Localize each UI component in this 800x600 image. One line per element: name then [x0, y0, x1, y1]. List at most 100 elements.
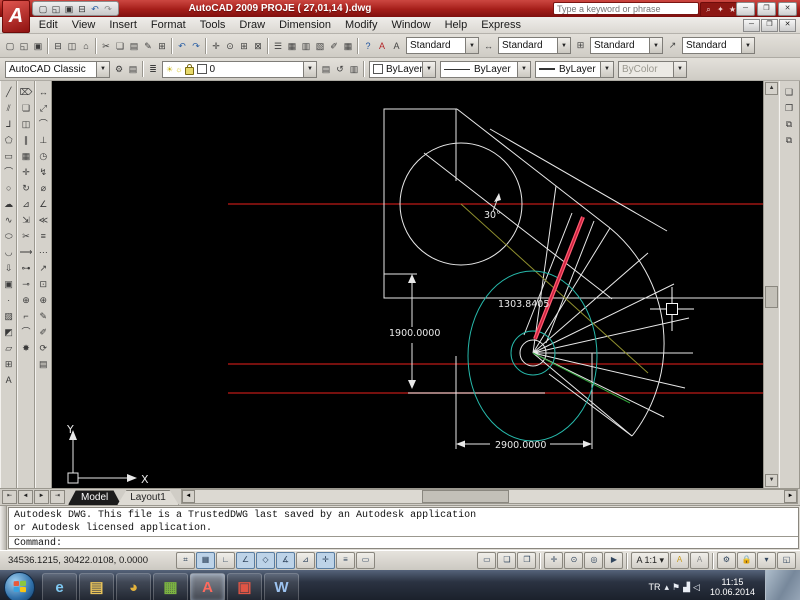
- undo-button[interactable]: ↶: [175, 38, 189, 54]
- model-space-button[interactable]: ▭: [477, 552, 496, 569]
- network-icon[interactable]: ▟: [683, 582, 690, 593]
- send-to-back-button[interactable]: ❐: [782, 100, 797, 116]
- show-desktop-button[interactable]: [765, 570, 800, 600]
- zoom-window-button[interactable]: ⊞: [237, 38, 251, 54]
- doc-minimize-button[interactable]: ─: [743, 19, 760, 32]
- scroll-down-button[interactable]: ▼: [765, 474, 778, 487]
- action-center-icon[interactable]: ⚑: [672, 582, 680, 593]
- plot-button[interactable]: ⊟: [76, 3, 88, 15]
- grid-toggle[interactable]: ▦: [196, 552, 215, 569]
- hatch-button[interactable]: ▨: [1, 308, 16, 324]
- workspace-settings-button[interactable]: ⚙: [112, 61, 126, 77]
- toolbar-lock-button[interactable]: 🔒: [737, 552, 756, 569]
- continue-button[interactable]: ⋯: [36, 244, 51, 260]
- workspace-switching-button[interactable]: ⚙: [717, 552, 736, 569]
- ducs-toggle[interactable]: ⊿: [296, 552, 315, 569]
- center-mark-button[interactable]: ⊕: [36, 292, 51, 308]
- layer-color-swatch[interactable]: [197, 64, 207, 74]
- tab-first-button[interactable]: ⇤: [2, 490, 17, 504]
- break-at-point-button[interactable]: ⊶: [18, 260, 33, 276]
- paste-button[interactable]: ▤: [127, 38, 141, 54]
- layer-properties-manager-button[interactable]: ≣: [146, 61, 160, 77]
- volume-icon[interactable]: ◁: [693, 582, 700, 593]
- color-control-combo[interactable]: ByLayer ▼: [369, 61, 436, 78]
- taskbar-clock[interactable]: 11:15 10.06.2014: [704, 577, 761, 598]
- taskbar-internet-explorer[interactable]: e: [42, 573, 77, 600]
- clean-screen-button[interactable]: ◱: [777, 552, 796, 569]
- erase-button[interactable]: ⌦: [18, 84, 33, 100]
- menu-dimension[interactable]: Dimension: [272, 18, 338, 33]
- redo-button[interactable]: ↷: [102, 3, 114, 15]
- tab-last-button[interactable]: ⇥: [50, 490, 65, 504]
- dyn-toggle[interactable]: ✛: [316, 552, 335, 569]
- chevron-down-icon[interactable]: ▼: [96, 62, 109, 77]
- menu-draw[interactable]: Draw: [232, 18, 272, 33]
- move-button[interactable]: ✛: [18, 164, 33, 180]
- dimension-style-combo[interactable]: Standard ▼: [498, 37, 571, 54]
- send-under-objects-button[interactable]: ⧉: [782, 132, 797, 148]
- model-space-canvas[interactable]: 1303.8405 1900.0000 2900.0000 30° Y X: [52, 81, 763, 488]
- zoom-button[interactable]: ⊙: [564, 552, 583, 569]
- menu-insert[interactable]: Insert: [102, 18, 144, 33]
- command-window-grip[interactable]: [0, 506, 7, 550]
- workspace-combo[interactable]: AutoCAD Classic ▼: [5, 61, 110, 78]
- annotation-visibility-button[interactable]: A: [670, 552, 689, 569]
- revision-cloud-button[interactable]: ☁: [1, 196, 16, 212]
- rectangle-button[interactable]: ▭: [1, 148, 16, 164]
- polygon-button[interactable]: ⬠: [1, 132, 16, 148]
- zoom-realtime-button[interactable]: ⊙: [223, 38, 237, 54]
- stretch-button[interactable]: ⇲: [18, 212, 33, 228]
- scroll-right-button[interactable]: ►: [784, 490, 797, 503]
- quickcalc-button[interactable]: ▦: [341, 38, 355, 54]
- menu-tools[interactable]: Tools: [193, 18, 233, 33]
- plot-button[interactable]: ⊟: [51, 38, 65, 54]
- bring-above-objects-button[interactable]: ⧉: [782, 116, 797, 132]
- language-indicator[interactable]: TR: [649, 582, 661, 592]
- close-button[interactable]: ✕: [778, 2, 797, 16]
- taskbar-explorer[interactable]: ▤: [79, 573, 114, 600]
- quick-view-layouts-button[interactable]: ❏: [497, 552, 516, 569]
- polyline-button[interactable]: ⅃: [1, 116, 16, 132]
- sheetset-manager-button[interactable]: ▧: [313, 38, 327, 54]
- qnew-button[interactable]: ▢: [3, 38, 17, 54]
- drawing[interactable]: 1303.8405 1900.0000 2900.0000 30° Y X: [52, 81, 764, 488]
- match-properties-button[interactable]: ✎: [141, 38, 155, 54]
- scroll-left-button[interactable]: ◄: [182, 490, 195, 503]
- chevron-down-icon[interactable]: ▼: [600, 62, 613, 77]
- save-button[interactable]: ▣: [31, 38, 45, 54]
- lineweight-control-combo[interactable]: ByLayer ▼: [535, 61, 614, 78]
- region-button[interactable]: ▱: [1, 340, 16, 356]
- baseline-button[interactable]: ≡: [36, 228, 51, 244]
- chevron-down-icon[interactable]: ▼: [741, 38, 754, 53]
- command-prompt-input[interactable]: Command:: [9, 537, 798, 550]
- teal-circle-large[interactable]: [468, 271, 597, 441]
- auto-annotation-button[interactable]: A: [690, 552, 709, 569]
- tolerance-button[interactable]: ⊡: [36, 276, 51, 292]
- angular-button[interactable]: ∠: [36, 196, 51, 212]
- status-menu-button[interactable]: ▾: [757, 552, 776, 569]
- offset-button[interactable]: ∥: [18, 132, 33, 148]
- autocad-logo-icon[interactable]: A: [2, 0, 30, 33]
- show-motion-button[interactable]: ▶: [604, 552, 623, 569]
- pan-button[interactable]: ✛: [544, 552, 563, 569]
- publish-button[interactable]: ⌂: [79, 38, 93, 54]
- layer-lock-icon[interactable]: [185, 67, 194, 75]
- construction-line-button[interactable]: ⫽: [1, 100, 16, 116]
- quick-leader-button[interactable]: ↗: [36, 260, 51, 276]
- otrack-toggle[interactable]: ∡: [276, 552, 295, 569]
- scale-button[interactable]: ⊿: [18, 196, 33, 212]
- copy-button[interactable]: ❏: [113, 38, 127, 54]
- dimension-text-edit-button[interactable]: ✐: [36, 324, 51, 340]
- layer-freeze-sun-icon[interactable]: ☼: [175, 65, 182, 74]
- join-button[interactable]: ⊕: [18, 292, 33, 308]
- mirror-button[interactable]: ◫: [18, 116, 33, 132]
- menu-edit[interactable]: Edit: [32, 18, 65, 33]
- tab-layout1[interactable]: Layout1: [117, 490, 179, 505]
- dimension-style-button[interactable]: ▤: [36, 356, 51, 372]
- minimize-button[interactable]: ─: [736, 2, 755, 16]
- aligned-dimension-button[interactable]: ⤢: [36, 100, 51, 116]
- rotate-button[interactable]: ↻: [18, 180, 33, 196]
- tab-model[interactable]: Model: [68, 490, 121, 505]
- chevron-down-icon[interactable]: ▼: [303, 62, 316, 77]
- dimension-edit-button[interactable]: ✎: [36, 308, 51, 324]
